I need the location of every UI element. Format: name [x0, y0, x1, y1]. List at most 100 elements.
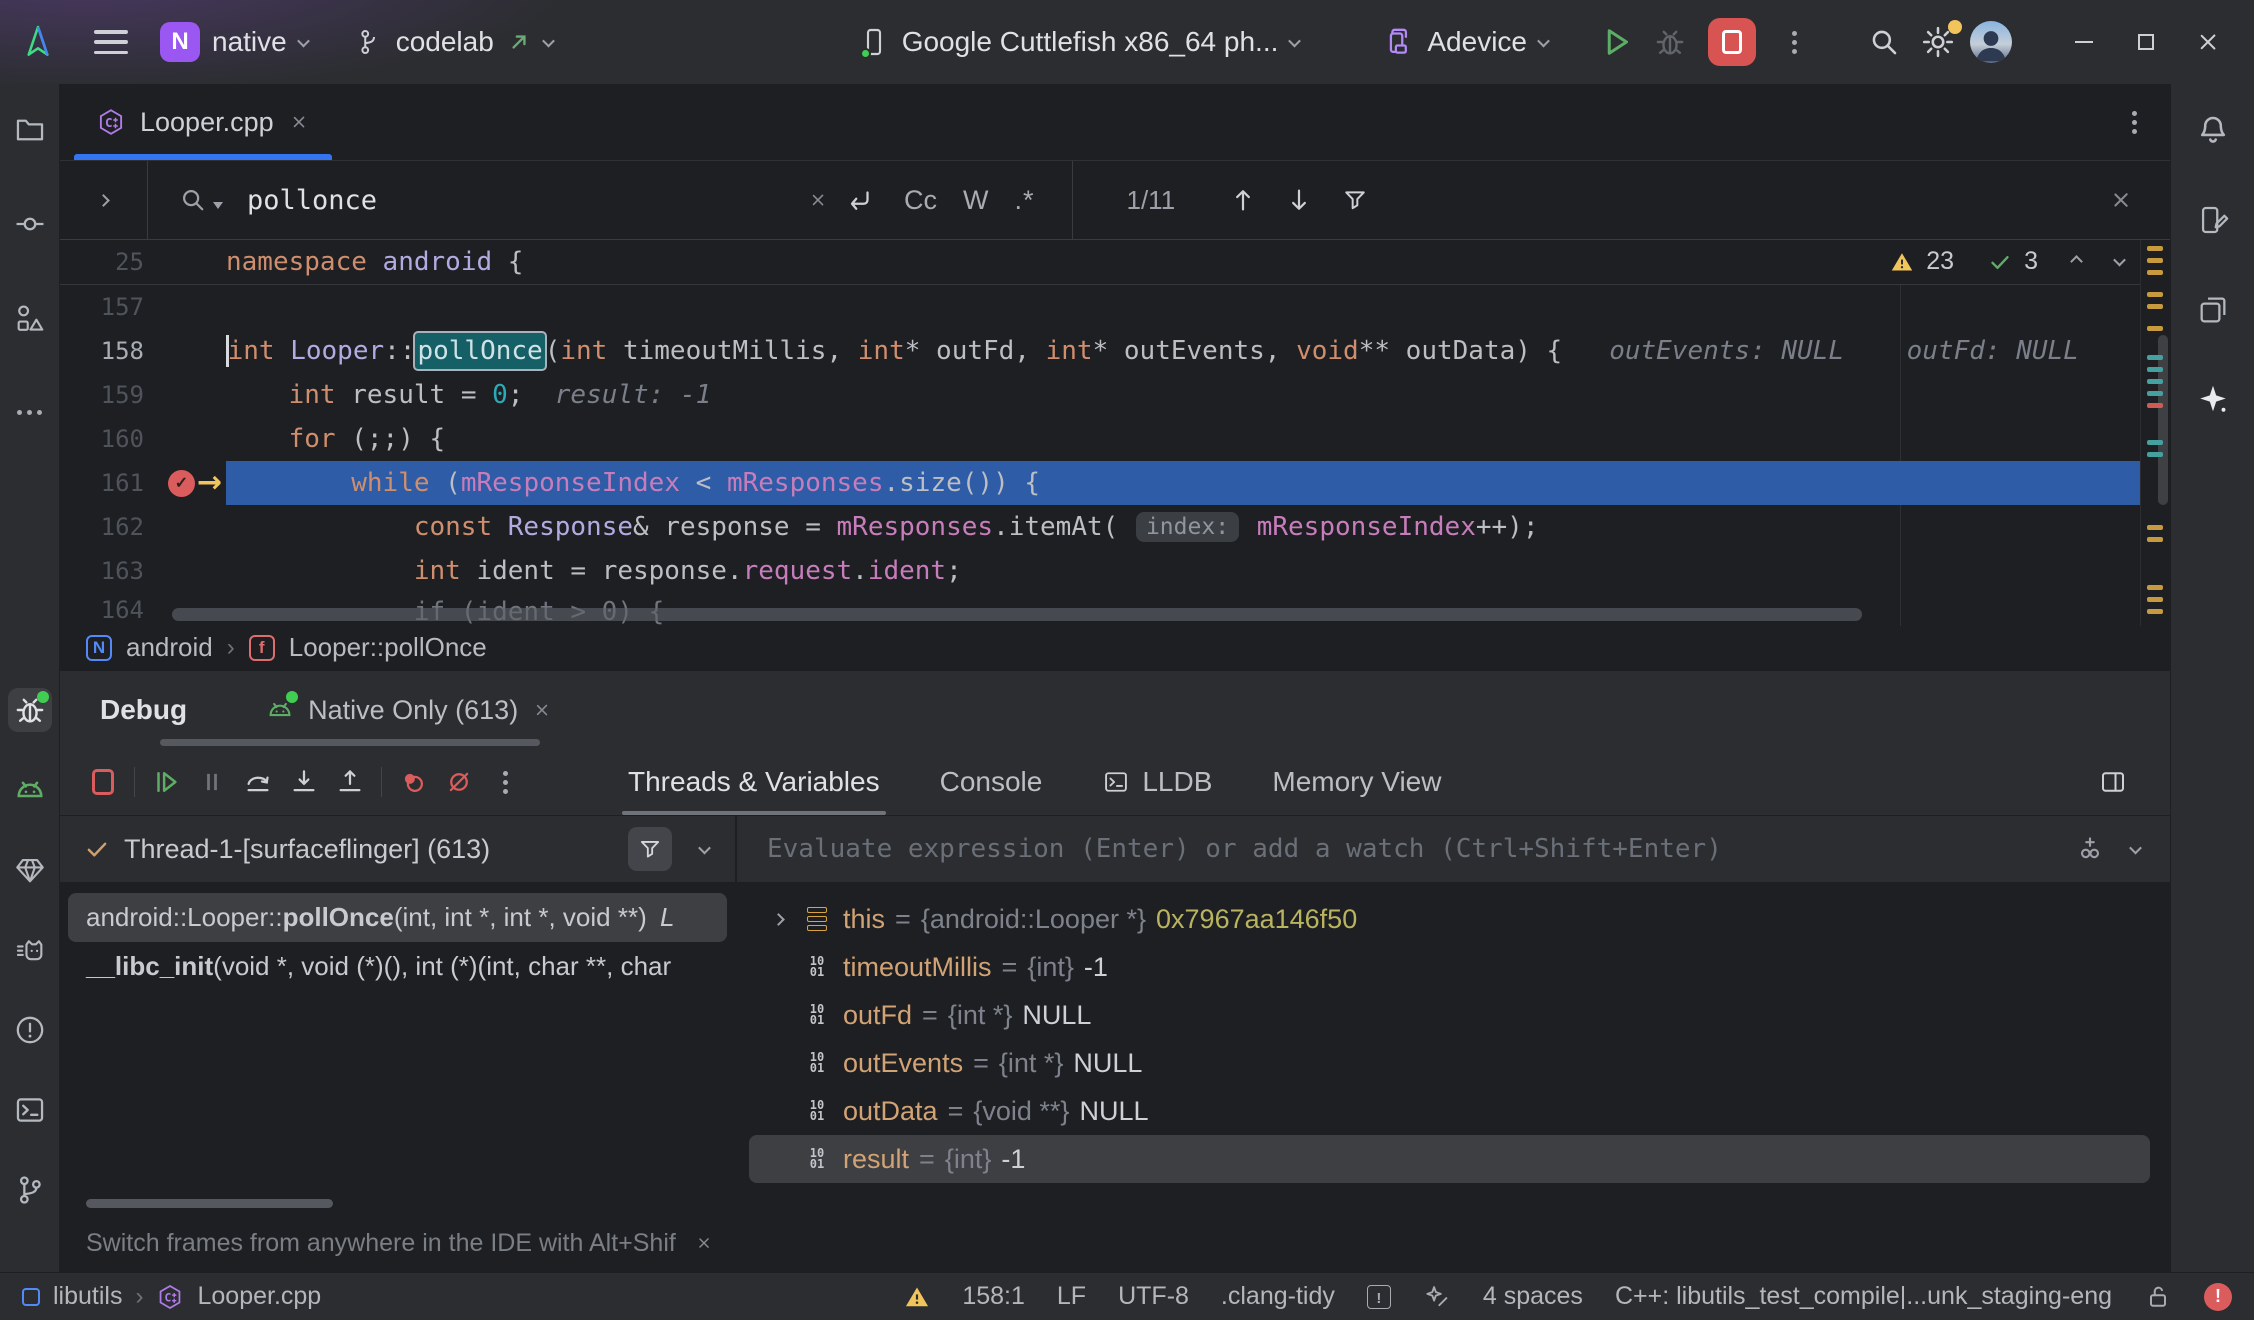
variable-row[interactable]: outData = {void **} NULL	[749, 1087, 2150, 1135]
code-line[interactable]: 162 const Response& response = mResponse…	[60, 505, 2170, 549]
add-watch-icon[interactable]	[2075, 834, 2105, 864]
vcs-widget[interactable]: codelab	[354, 26, 553, 58]
debug-button[interactable]	[1648, 20, 1692, 64]
thread-selector[interactable]: Thread-1-[surfaceflinger] (613)	[60, 816, 735, 883]
avatar[interactable]	[1970, 21, 2012, 63]
pause-button[interactable]	[189, 759, 235, 805]
code-line[interactable]: 160 for (;;) {	[60, 417, 2170, 461]
settings-button[interactable]	[1916, 20, 1960, 64]
status-module[interactable]: libutils	[53, 1282, 122, 1311]
line-ending[interactable]: LF	[1057, 1282, 1086, 1311]
more-actions-button[interactable]	[1772, 20, 1816, 64]
tabstrip-scrollbar[interactable]	[160, 739, 540, 746]
debug-window-title[interactable]: Debug	[100, 694, 187, 726]
debugger-more-button[interactable]	[482, 759, 528, 805]
main-menu-button[interactable]	[94, 30, 128, 54]
maximize-button[interactable]	[2120, 16, 2172, 68]
layout-settings-button[interactable]	[2098, 767, 2128, 797]
code-suggestion-icon[interactable]	[1423, 1283, 1451, 1311]
newline-icon[interactable]	[845, 185, 875, 215]
caret-position[interactable]: 158:1	[962, 1282, 1025, 1311]
close-search-icon[interactable]	[2110, 189, 2132, 211]
search-input[interactable]	[247, 185, 807, 216]
tab-console[interactable]: Console	[910, 749, 1073, 815]
tab-close-icon[interactable]	[290, 113, 308, 131]
previous-match-button[interactable]	[1229, 186, 1257, 214]
variable-row[interactable]: timeoutMillis = {int} -1	[749, 943, 2150, 991]
stripe-mark[interactable]	[2147, 270, 2163, 275]
mute-breakpoints-button[interactable]	[436, 759, 482, 805]
stripe-mark[interactable]	[2147, 585, 2163, 590]
stripe-mark[interactable]	[2147, 452, 2163, 457]
stripe-mark[interactable]	[2147, 246, 2163, 251]
stripe-mark[interactable]	[2147, 403, 2163, 408]
gutter[interactable]	[164, 505, 226, 549]
running-devices-tool-button[interactable]	[2191, 198, 2235, 242]
variable-row[interactable]: outEvents = {int *} NULL	[749, 1039, 2150, 1087]
editor-tab-looper[interactable]: C Looper.cpp	[74, 84, 332, 160]
device-manager-widget[interactable]: Adevice	[1381, 25, 1548, 59]
clang-tidy-widget[interactable]: .clang-tidy	[1221, 1282, 1335, 1311]
project-tool-button[interactable]	[8, 108, 52, 152]
gemini-tool-button[interactable]	[2191, 378, 2235, 422]
structure-tool-button[interactable]	[8, 296, 52, 340]
project-name[interactable]: native	[212, 26, 287, 58]
filter-search-button[interactable]	[1341, 186, 1369, 214]
frame-row[interactable]: __libc_init(void *, void (*)(), int (*)(…	[68, 942, 727, 991]
step-into-button[interactable]	[281, 759, 327, 805]
stripe-mark[interactable]	[2147, 355, 2163, 360]
dismiss-hint-icon[interactable]	[696, 1235, 712, 1251]
commit-tool-button[interactable]	[8, 202, 52, 246]
notifications-tool-button[interactable]	[2191, 108, 2235, 152]
minimize-button[interactable]	[2058, 16, 2110, 68]
gutter[interactable]	[164, 373, 226, 417]
layout-inspector-tool-button[interactable]	[2191, 288, 2235, 332]
expand-search-button[interactable]	[60, 161, 148, 239]
step-out-button[interactable]	[327, 759, 373, 805]
debug-session-tab[interactable]: Native Only (613)	[265, 695, 553, 726]
horizontal-scrollbar[interactable]	[172, 608, 1862, 621]
project-widget[interactable]: N native	[160, 22, 308, 62]
terminal-tool-button[interactable]	[8, 1088, 52, 1132]
stripe-mark[interactable]	[2147, 258, 2163, 263]
words-toggle[interactable]: W	[963, 185, 988, 216]
indent-setting[interactable]: 4 spaces	[1483, 1282, 1583, 1311]
step-over-button[interactable]	[235, 759, 281, 805]
stripe-mark[interactable]	[2147, 292, 2163, 297]
evaluate-input[interactable]	[767, 834, 2049, 864]
error-notification-icon[interactable]: !	[2204, 1283, 2232, 1311]
stripe-mark[interactable]	[2147, 391, 2163, 396]
stripe-mark[interactable]	[2147, 379, 2163, 384]
tab-lldb[interactable]: LLDB	[1072, 749, 1242, 815]
unlock-icon[interactable]	[2144, 1283, 2172, 1311]
variable-row[interactable]: outFd = {int *} NULL	[749, 991, 2150, 1039]
project-badge[interactable]: N	[160, 22, 200, 62]
gutter[interactable]	[164, 549, 226, 593]
gutter[interactable]	[164, 240, 226, 284]
device-selector[interactable]: Google Cuttlefish x86_64 ph...	[858, 26, 1300, 58]
session-close-icon[interactable]	[534, 701, 551, 718]
next-match-button[interactable]	[1285, 186, 1313, 214]
profiler-tool-button[interactable]	[8, 928, 52, 972]
stripe-mark[interactable]	[2147, 440, 2163, 445]
code-line[interactable]: 158int Looper::pollOnce(int timeoutMilli…	[60, 329, 2170, 373]
device-name[interactable]: Google Cuttlefish x86_64 ph...	[902, 26, 1279, 58]
stripe-mark[interactable]	[2147, 597, 2163, 602]
gutter[interactable]	[164, 285, 226, 329]
gutter[interactable]	[164, 329, 226, 373]
version-control-tool-button[interactable]	[8, 1168, 52, 1212]
tab-threads-variables[interactable]: Threads & Variables	[598, 749, 910, 815]
close-button[interactable]	[2182, 16, 2234, 68]
inspections-widget[interactable]: 23 3	[1890, 247, 2124, 276]
warning-icon[interactable]	[904, 1284, 930, 1310]
inspection-widget-icon[interactable]: !	[1367, 1285, 1391, 1309]
error-stripe[interactable]	[2140, 240, 2170, 626]
variable-row[interactable]: this = {android::Looper *} 0x7967aa146f5…	[749, 895, 2150, 943]
resume-button[interactable]	[143, 759, 189, 805]
code-line[interactable]: 163 int ident = response.request.ident;	[60, 549, 2170, 593]
stop-process-button[interactable]	[80, 759, 126, 805]
stripe-mark[interactable]	[2147, 326, 2163, 331]
breadcrumb-function[interactable]: Looper::pollOnce	[289, 632, 487, 663]
clear-search-icon[interactable]	[809, 191, 827, 209]
search-mode-button[interactable]	[178, 185, 223, 215]
